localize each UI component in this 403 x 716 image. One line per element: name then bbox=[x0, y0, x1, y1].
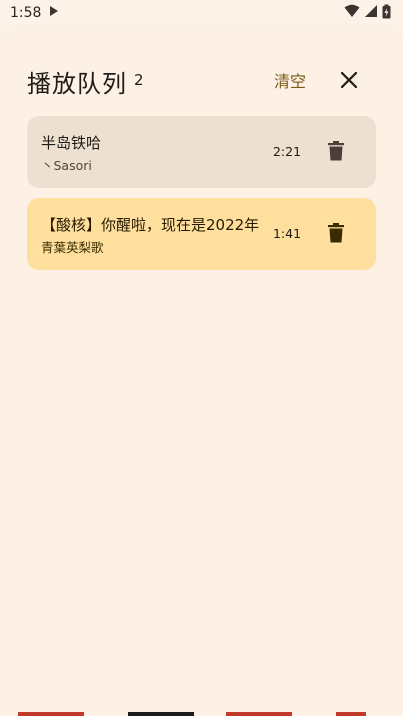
song-duration: 2:21 bbox=[272, 144, 302, 159]
trash-icon bbox=[328, 140, 344, 164]
delete-button[interactable] bbox=[322, 138, 350, 166]
close-button[interactable] bbox=[334, 66, 364, 96]
wifi-icon bbox=[344, 4, 360, 22]
status-right bbox=[344, 4, 391, 23]
queue-item[interactable]: 半岛铁哈 丶Sasori 2:21 bbox=[27, 116, 376, 188]
song-artist: 青葉英梨歌 bbox=[41, 240, 104, 255]
trash-icon bbox=[328, 222, 344, 246]
clear-queue-button[interactable]: 清空 bbox=[266, 66, 314, 94]
status-left: 1:58 bbox=[10, 5, 59, 21]
song-duration: 1:41 bbox=[272, 226, 302, 241]
delete-button[interactable] bbox=[322, 220, 350, 248]
song-artist: 丶Sasori bbox=[41, 158, 92, 173]
queue-sheet: 播放队列 2 清空 半岛铁哈 丶Sasori 2:21 【酸核】你醒啦，现在是2… bbox=[0, 26, 403, 716]
status-bar: 1:58 bbox=[0, 0, 403, 26]
close-icon bbox=[340, 71, 358, 92]
song-title: 半岛铁哈 bbox=[41, 134, 102, 152]
background-peek bbox=[0, 712, 403, 716]
queue-count: 2 bbox=[134, 71, 144, 89]
song-title: 【酸核】你醒啦，现在是2022年 bbox=[41, 216, 260, 234]
status-time: 1:58 bbox=[10, 5, 42, 21]
battery-charging-icon bbox=[382, 4, 391, 23]
queue-list: 半岛铁哈 丶Sasori 2:21 【酸核】你醒啦，现在是2022年 青葉英梨歌… bbox=[27, 116, 376, 280]
play-icon bbox=[49, 5, 59, 21]
queue-item-playing[interactable]: 【酸核】你醒啦，现在是2022年 青葉英梨歌 1:41 bbox=[27, 198, 376, 270]
signal-icon bbox=[364, 4, 378, 22]
page-title: 播放队列 bbox=[27, 70, 127, 98]
